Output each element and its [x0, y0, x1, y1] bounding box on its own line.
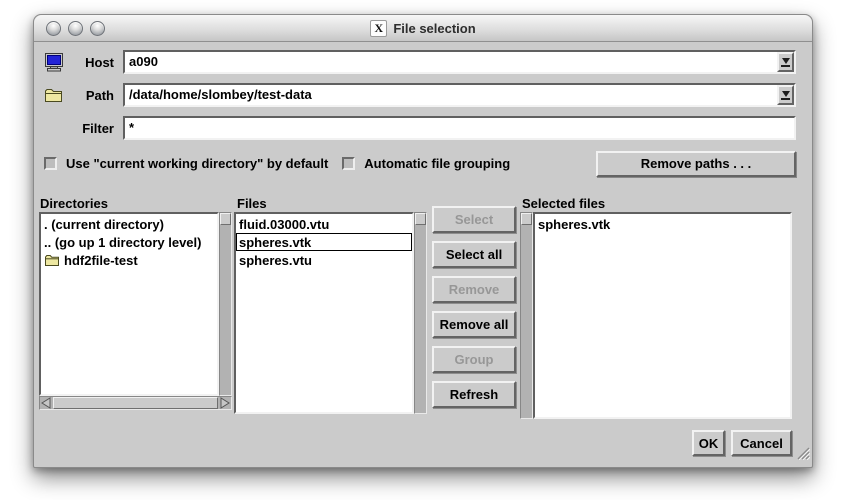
directory-item-label: .. (go up 1 directory level) — [44, 235, 201, 250]
file-item-label: spheres.vtk — [239, 235, 311, 250]
filter-field[interactable]: * — [123, 116, 796, 140]
auto-grouping-label: Automatic file grouping — [364, 156, 510, 171]
selected-files-vertical-scrollbar[interactable] — [520, 212, 533, 419]
path-combobox[interactable]: /data/home/slombey/test-data — [123, 83, 796, 107]
files-vertical-scrollbar[interactable] — [414, 212, 427, 414]
remove-all-button[interactable]: Remove all — [432, 311, 516, 338]
window-title: File selection — [393, 21, 475, 36]
directories-vertical-scrollbar[interactable] — [219, 212, 232, 396]
selected-files-panel: spheres.vtk — [520, 212, 792, 419]
host-label: Host — [68, 55, 114, 70]
options-row: Use "current working directory" by defau… — [44, 150, 796, 177]
list-item[interactable]: . (current directory) — [41, 215, 217, 233]
list-item[interactable]: .. (go up 1 directory level) — [41, 233, 217, 251]
remove-button[interactable]: Remove — [432, 276, 516, 303]
window-close-button[interactable] — [46, 21, 61, 36]
filter-row: Filter * — [44, 116, 796, 140]
chevron-down-icon — [782, 58, 790, 64]
window-minimize-button[interactable] — [68, 21, 83, 36]
directory-item-label: hdf2file-test — [64, 253, 138, 268]
scrollbar-thumb[interactable] — [521, 213, 532, 225]
host-row: Host a090 — [44, 50, 796, 74]
titlebar[interactable]: X File selection — [34, 15, 812, 42]
dropdown-underline-icon — [781, 65, 790, 67]
host-combobox[interactable]: a090 — [123, 50, 796, 74]
resize-grip[interactable] — [794, 445, 810, 465]
use-cwd-checkbox[interactable] — [44, 157, 57, 170]
list-item-selected[interactable]: spheres.vtk — [236, 233, 412, 251]
chevron-down-icon — [782, 91, 790, 97]
path-label: Path — [68, 88, 114, 103]
filter-input[interactable]: * — [125, 118, 794, 138]
path-input[interactable]: /data/home/slombey/test-data — [125, 85, 777, 105]
folder-icon — [44, 88, 68, 103]
list-item[interactable]: spheres.vtk — [535, 215, 790, 233]
scrollbar-thumb[interactable] — [220, 213, 231, 225]
group-button[interactable]: Group — [432, 346, 516, 373]
filter-label: Filter — [68, 121, 114, 136]
file-item-label: spheres.vtu — [239, 253, 312, 268]
select-all-button[interactable]: Select all — [432, 241, 516, 268]
window-zoom-button[interactable] — [90, 21, 105, 36]
select-button[interactable]: Select — [432, 206, 516, 233]
scroll-right-icon[interactable] — [218, 397, 231, 409]
host-input[interactable]: a090 — [125, 52, 777, 72]
folder-icon — [44, 254, 60, 267]
directories-label: Directories — [40, 196, 108, 211]
path-dropdown-button[interactable] — [777, 85, 794, 105]
file-item-label: fluid.03000.vtu — [239, 217, 329, 232]
scrollbar-thumb[interactable] — [53, 397, 218, 409]
cancel-button[interactable]: Cancel — [731, 430, 792, 456]
list-item[interactable]: spheres.vtu — [236, 251, 412, 269]
path-row: Path /data/home/slombey/test-data — [44, 83, 796, 107]
auto-grouping-checkbox[interactable] — [342, 157, 355, 170]
directories-horizontal-scrollbar[interactable] — [39, 396, 232, 410]
window-title-area: X File selection — [370, 20, 475, 37]
host-dropdown-button[interactable] — [777, 52, 794, 72]
files-panel: fluid.03000.vtu spheres.vtk spheres.vtu — [234, 212, 427, 414]
scrollbar-thumb[interactable] — [415, 213, 426, 225]
files-label: Files — [237, 196, 267, 211]
use-cwd-label: Use "current working directory" by defau… — [66, 156, 328, 171]
list-item[interactable]: hdf2file-test — [41, 251, 217, 269]
computer-icon — [44, 53, 68, 72]
ok-button[interactable]: OK — [692, 430, 725, 456]
window-controls — [46, 21, 105, 36]
selected-files-list[interactable]: spheres.vtk — [533, 212, 792, 419]
list-item[interactable]: fluid.03000.vtu — [236, 215, 412, 233]
scroll-left-icon[interactable] — [40, 397, 53, 409]
dropdown-underline-icon — [781, 98, 790, 100]
files-list[interactable]: fluid.03000.vtu spheres.vtk spheres.vtu — [234, 212, 414, 414]
selected-files-label: Selected files — [522, 196, 605, 211]
directories-panel: . (current directory) .. (go up 1 direct… — [39, 212, 232, 410]
selected-file-label: spheres.vtk — [538, 217, 610, 232]
file-selection-window: X File selection Host a090 — [33, 14, 813, 468]
x11-icon: X — [370, 20, 387, 37]
refresh-button[interactable]: Refresh — [432, 381, 516, 408]
directories-list[interactable]: . (current directory) .. (go up 1 direct… — [39, 212, 219, 396]
directory-item-label: . (current directory) — [44, 217, 164, 232]
remove-paths-button[interactable]: Remove paths . . . — [596, 151, 796, 177]
